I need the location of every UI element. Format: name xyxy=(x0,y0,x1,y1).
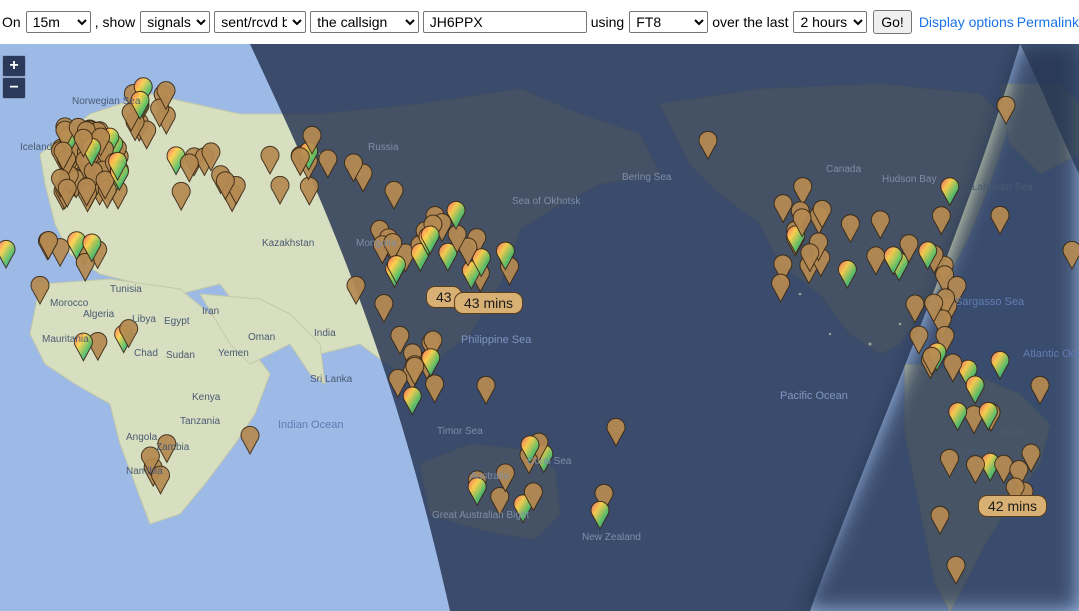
band-select[interactable]: 15m xyxy=(25,11,91,33)
map-label: Kazakhstan xyxy=(262,238,315,249)
query-toolbar: On 15m , show signals sent/rcvd by the c… xyxy=(0,0,1079,44)
on-label: On xyxy=(2,14,21,30)
map-label: Canada xyxy=(826,164,862,175)
map-label: Algeria xyxy=(83,309,115,320)
map-label: India xyxy=(314,328,336,339)
map-label: Egypt xyxy=(164,316,190,327)
map-label: Sri Lanka xyxy=(310,374,353,385)
map-label: Libya xyxy=(132,314,156,325)
permalink-link[interactable]: Permalink xyxy=(1017,14,1079,30)
map-label: Namibia xyxy=(126,466,163,477)
map-label: Pacific Ocean xyxy=(780,390,848,402)
map-label: Sudan xyxy=(166,350,195,361)
time-bubble-2[interactable]: 43 mins xyxy=(454,292,524,314)
zoom-out-button[interactable]: − xyxy=(2,77,26,99)
map-label: Australia xyxy=(470,471,509,482)
map-label: Brazil xyxy=(1000,428,1026,439)
map-label: Sargasso Sea xyxy=(955,296,1025,308)
map-label: Norwegian Sea xyxy=(72,96,141,107)
show-label: , show xyxy=(94,14,136,30)
map-label: Tunisia xyxy=(110,284,142,295)
map-label: Morocco xyxy=(50,298,89,309)
map-label: Angola xyxy=(126,432,158,443)
map-label: Mauritania xyxy=(42,334,89,345)
map-label: Atlantic Ocean xyxy=(1023,348,1079,360)
map-label: Hudson Bay xyxy=(882,174,937,185)
map-label: Great Australian Bight xyxy=(432,510,530,521)
map-label: Oman xyxy=(248,332,276,343)
map-label: Bolivia xyxy=(958,446,988,457)
map-label: Sea of Okhotsk xyxy=(512,196,581,207)
target-select[interactable]: the callsign xyxy=(310,11,419,33)
map-label: Zambia xyxy=(156,442,190,453)
time-bubble-3[interactable]: 42 mins xyxy=(978,495,1048,517)
map-label: Russia xyxy=(368,142,399,153)
display-options-link[interactable]: Display options xyxy=(919,14,1014,30)
direction-select[interactable]: sent/rcvd by xyxy=(214,11,307,33)
map-label: Chad xyxy=(134,348,158,359)
map-label: Timor Sea xyxy=(437,426,483,437)
map-label: Philippine Sea xyxy=(461,334,532,346)
map-label: Indian Ocean xyxy=(278,419,344,431)
callsign-input[interactable] xyxy=(422,11,587,33)
mode-select[interactable]: FT8 xyxy=(629,11,709,33)
period-select[interactable]: 2 hours xyxy=(793,11,868,33)
map-label: Bering Sea xyxy=(622,172,672,183)
world-map xyxy=(0,44,1079,611)
map-view[interactable]: + − Norwegian Sea Iceland Sea of Okhotsk Be… xyxy=(0,44,1079,611)
go-button[interactable]: Go! xyxy=(873,10,912,34)
map-label: Mongolia xyxy=(356,238,397,249)
map-label: Kenya xyxy=(192,392,221,403)
zoom-in-button[interactable]: + xyxy=(2,55,26,77)
what-select[interactable]: signals xyxy=(140,11,211,33)
map-label: Tanzania xyxy=(180,416,221,427)
map-label: New Zealand xyxy=(582,532,641,543)
over-label: over the last xyxy=(712,14,789,30)
map-label: Coral Sea xyxy=(527,456,572,467)
map-label: Iceland xyxy=(20,142,53,153)
map-label: Labrador Sea xyxy=(972,182,1033,193)
map-label: Yemen xyxy=(218,348,249,359)
map-label: Iran xyxy=(202,306,220,317)
using-label: using xyxy=(590,14,625,30)
